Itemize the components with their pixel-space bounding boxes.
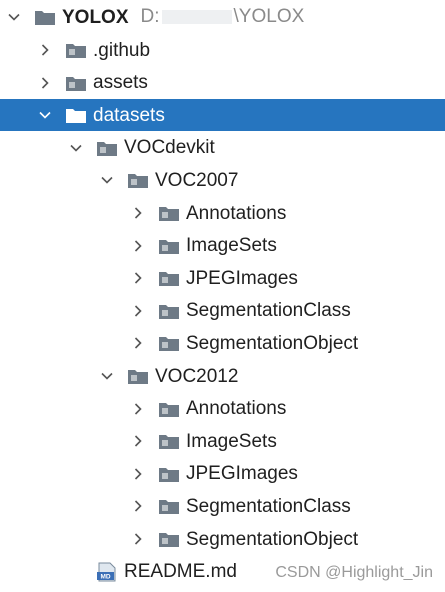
tree-item-label: ImageSets: [186, 235, 277, 257]
folder-icon: [158, 204, 180, 222]
chevron-right-icon[interactable]: [130, 303, 146, 319]
folder-icon: [158, 432, 180, 450]
tree-row-jpegimages[interactable]: JPEGImages: [0, 458, 445, 490]
chevron-down-icon[interactable]: [99, 172, 115, 188]
tree-row-imagesets[interactable]: ImageSets: [0, 230, 445, 262]
folder-icon: [158, 302, 180, 320]
chevron-down-icon[interactable]: [99, 368, 115, 384]
tree-root-yolox[interactable]: YOLOX D: \YOLOX: [0, 1, 445, 33]
tree-row-annotations[interactable]: Annotations: [0, 393, 445, 425]
chevron-right-icon[interactable]: [130, 498, 146, 514]
root-folder-path: D: \YOLOX: [141, 6, 305, 28]
chevron-right-icon[interactable]: [37, 75, 53, 91]
folder-icon: [65, 41, 87, 59]
chevron-right-icon[interactable]: [130, 466, 146, 482]
tree-row-segmentationclass[interactable]: SegmentationClass: [0, 490, 445, 522]
chevron-right-icon[interactable]: [130, 238, 146, 254]
folder-icon: [158, 530, 180, 548]
tree-row-segmentationobject[interactable]: SegmentationObject: [0, 523, 445, 555]
tree-item-label: datasets: [93, 104, 165, 126]
chevron-down-icon[interactable]: [68, 140, 84, 156]
tree-item-label: SegmentationObject: [186, 332, 359, 354]
root-path-prefix: D:: [140, 6, 160, 27]
tree-item-label: VOC2007: [155, 169, 239, 191]
tree-item-label: Annotations: [186, 202, 287, 224]
tree-row-segmentationclass[interactable]: SegmentationClass: [0, 295, 445, 327]
folder-icon: [158, 400, 180, 418]
folder-icon: [158, 497, 180, 515]
folder-icon: [158, 269, 180, 287]
tree-row-segmentationobject[interactable]: SegmentationObject: [0, 327, 445, 359]
folder-icon: [65, 74, 87, 92]
root-folder-label: YOLOX: [62, 6, 129, 28]
folder-icon: [158, 334, 180, 352]
tree-item-label: assets: [93, 72, 148, 94]
chevron-right-icon[interactable]: [130, 531, 146, 547]
redacted-path-segment: [161, 9, 232, 24]
chevron-right-icon[interactable]: [130, 205, 146, 221]
tree-row-github[interactable]: .github: [0, 34, 445, 66]
tree-item-label: SegmentationClass: [186, 300, 351, 322]
tree-item-label: .github: [93, 39, 151, 61]
folder-icon: [65, 106, 87, 124]
chevron-right-icon[interactable]: [130, 270, 146, 286]
tree-row-vocdevkit[interactable]: VOCdevkit: [0, 132, 445, 164]
csdn-watermark: CSDN @Highlight_Jin: [275, 564, 433, 581]
folder-icon: [158, 237, 180, 255]
tree-item-label: JPEGImages: [186, 267, 298, 289]
tree-item-label: README.md: [124, 561, 237, 583]
folder-icon: [127, 367, 149, 385]
project-file-tree: YOLOX D: \YOLOX .github assets datasets VOCd…: [0, 0, 445, 592]
chevron-down-icon[interactable]: [6, 9, 22, 25]
chevron-right-icon[interactable]: [130, 401, 146, 417]
tree-item-label: ImageSets: [186, 430, 277, 452]
folder-icon: [34, 8, 56, 26]
tree-row-jpegimages[interactable]: JPEGImages: [0, 262, 445, 294]
chevron-right-icon[interactable]: [130, 335, 146, 351]
folder-icon: [127, 171, 149, 189]
folder-icon: [158, 465, 180, 483]
tree-item-label: Annotations: [186, 398, 287, 420]
tree-row-assets[interactable]: assets: [0, 67, 445, 99]
tree-row-voc2007[interactable]: VOC2007: [0, 164, 445, 196]
root-path-suffix: \YOLOX: [233, 6, 305, 27]
tree-row-imagesets[interactable]: ImageSets: [0, 425, 445, 457]
tree-item-label: VOCdevkit: [124, 137, 215, 159]
tree-row-datasets[interactable]: datasets: [0, 99, 445, 132]
chevron-right-icon[interactable]: [37, 42, 53, 58]
markdown-file-icon: MD: [96, 562, 118, 582]
tree-item-label: SegmentationObject: [186, 528, 359, 550]
tree-row-voc2012[interactable]: VOC2012: [0, 360, 445, 392]
chevron-right-icon[interactable]: [130, 433, 146, 449]
tree-row-annotations[interactable]: Annotations: [0, 197, 445, 229]
md-badge-text: MD: [100, 573, 110, 580]
tree-item-label: VOC2012: [155, 365, 239, 387]
tree-item-label: JPEGImages: [186, 463, 298, 485]
folder-icon: [96, 139, 118, 157]
tree-item-label: SegmentationClass: [186, 495, 351, 517]
chevron-down-icon[interactable]: [37, 107, 53, 123]
